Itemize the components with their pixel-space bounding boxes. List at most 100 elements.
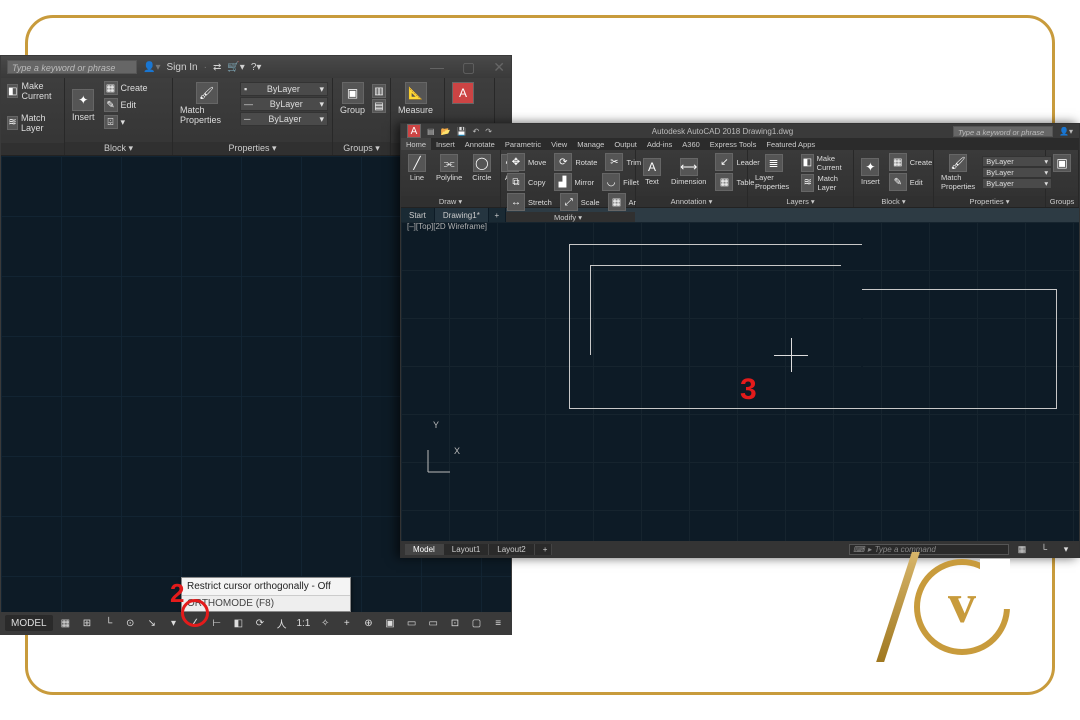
- units-button[interactable]: ⊕: [360, 615, 378, 631]
- ungroup-icon[interactable]: ▥: [372, 84, 386, 98]
- isolate-button[interactable]: ▭: [424, 615, 442, 631]
- workspace-button[interactable]: ✧: [316, 615, 334, 631]
- annotation-panel-label[interactable]: Annotation ▾: [636, 196, 747, 207]
- ortho-toggle[interactable]: └: [100, 615, 118, 631]
- match-properties-button[interactable]: 🖌Match Properties: [177, 80, 236, 127]
- edit-attr-button[interactable]: ⌹▾: [102, 114, 150, 130]
- tab-featured[interactable]: Featured Apps: [761, 138, 820, 150]
- viewport-label[interactable]: [–][Top][2D Wireframe]: [407, 222, 487, 231]
- make-current-button[interactable]: ◧Make Current: [5, 80, 60, 102]
- copy-button[interactable]: ⧉Copy: [505, 172, 548, 192]
- tab-parametric[interactable]: Parametric: [500, 138, 546, 150]
- layout-tab-2[interactable]: Layout2: [489, 544, 534, 555]
- qat-new-icon[interactable]: ▤: [427, 127, 435, 136]
- maximize-button[interactable]: ▢: [462, 59, 475, 76]
- tab-express[interactable]: Express Tools: [705, 138, 762, 150]
- layer-match[interactable]: ≋Match Layer: [799, 173, 849, 193]
- qat-open-icon[interactable]: 📂: [441, 127, 451, 136]
- layout-tab-1[interactable]: Layout1: [444, 544, 489, 555]
- circle-button[interactable]: ◯Circle: [469, 152, 494, 184]
- lineweight-toggle[interactable]: ⊢: [208, 615, 226, 631]
- snap-toggle[interactable]: ⊞: [78, 615, 96, 631]
- new-tab-button[interactable]: +: [489, 208, 506, 222]
- polyline-button[interactable]: ⫘Polyline: [433, 152, 465, 184]
- annotation-monitor[interactable]: +: [338, 615, 356, 631]
- qat-save-icon[interactable]: 💾: [457, 127, 467, 136]
- linetype-combo[interactable]: ─ByLayer▾: [240, 112, 328, 126]
- cart-icon[interactable]: 🛒▾: [227, 62, 244, 73]
- customize-status[interactable]: ≡: [489, 615, 507, 631]
- line-button[interactable]: ╱Line: [405, 152, 429, 184]
- fillet-button[interactable]: ◡Fillet: [600, 172, 641, 192]
- help-icon[interactable]: ?▾: [251, 62, 262, 73]
- sign-in-link[interactable]: Sign In: [166, 62, 197, 73]
- group-button[interactable]: ▣Group: [337, 80, 368, 117]
- qat-redo-icon[interactable]: ↷: [485, 127, 492, 136]
- block-panel-label[interactable]: Block ▾: [65, 142, 172, 155]
- layout-tab-model[interactable]: Model: [405, 544, 444, 555]
- rotate-button[interactable]: ⟳Rotate: [552, 152, 599, 172]
- paste-button[interactable]: A: [449, 80, 477, 106]
- layer-properties-button[interactable]: ≣Layer Properties: [752, 152, 795, 193]
- osnap-toggle[interactable]: ▾: [165, 615, 183, 631]
- properties-panel-label[interactable]: Properties ▾: [934, 196, 1045, 207]
- cycling-toggle[interactable]: ⟳: [251, 615, 269, 631]
- qat-undo-icon[interactable]: ↶: [473, 127, 480, 136]
- isodraft-toggle[interactable]: ↘: [143, 615, 161, 631]
- polar-toggle[interactable]: ⊙: [121, 615, 139, 631]
- file-tab-drawing1[interactable]: Drawing1*: [435, 208, 489, 222]
- app-menu-icon[interactable]: A: [407, 124, 421, 138]
- model-space-button[interactable]: MODEL: [5, 615, 53, 631]
- transparency-toggle[interactable]: ◧: [230, 615, 248, 631]
- grid-toggle[interactable]: ▦: [57, 615, 75, 631]
- group-edit-icon[interactable]: ▤: [372, 99, 386, 113]
- layout-add[interactable]: +: [535, 544, 552, 555]
- insert-button[interactable]: ✦Insert: [69, 87, 98, 124]
- scale-button[interactable]: ⤢Scale: [558, 192, 602, 212]
- hardware-accel[interactable]: ⊡: [446, 615, 464, 631]
- exchange-icon[interactable]: ⇄: [213, 62, 221, 73]
- edit-block-button[interactable]: ✎Edit: [102, 97, 150, 113]
- tab-annotate[interactable]: Annotate: [460, 138, 500, 150]
- properties-panel-label[interactable]: Properties ▾: [173, 142, 332, 155]
- create-block-button[interactable]: ▦Create: [887, 152, 935, 172]
- create-block-button[interactable]: ▦Create: [102, 80, 150, 96]
- clean-screen[interactable]: ▢: [468, 615, 486, 631]
- move-button[interactable]: ✥Move: [505, 152, 548, 172]
- tab-manage[interactable]: Manage: [572, 138, 609, 150]
- block-panel-label[interactable]: Block ▾: [854, 196, 933, 207]
- text-button[interactable]: AText: [640, 156, 664, 188]
- match-layer-button[interactable]: ≋Match Layer: [5, 112, 60, 134]
- lineweight-combo[interactable]: —ByLayer▾: [240, 97, 328, 111]
- help-search-input[interactable]: Type a keyword or phrase: [953, 126, 1053, 137]
- file-tab-start[interactable]: Start: [401, 208, 435, 222]
- color-combo[interactable]: ByLayer▾: [982, 156, 1052, 167]
- insert-block-button[interactable]: ✦Insert: [858, 156, 883, 188]
- layer-make-current[interactable]: ◧Make Current: [799, 153, 849, 173]
- tab-addins[interactable]: Add-ins: [642, 138, 677, 150]
- stretch-button[interactable]: ↔Stretch: [505, 192, 554, 212]
- linetype-combo[interactable]: ByLayer▾: [982, 178, 1052, 189]
- lineweight-combo[interactable]: ByLayer▾: [982, 167, 1052, 178]
- dimension-button[interactable]: ⟷Dimension: [668, 156, 709, 188]
- sign-in-link[interactable]: 👤▾: [1059, 127, 1073, 136]
- help-search-input[interactable]: Type a keyword or phrase: [7, 60, 137, 74]
- edit-block-button[interactable]: ✎Edit: [887, 172, 935, 192]
- tab-home[interactable]: Home: [401, 138, 431, 150]
- scale-readout[interactable]: 1:1: [294, 615, 312, 631]
- lock-ui[interactable]: ▭: [403, 615, 421, 631]
- minimize-button[interactable]: —: [430, 59, 444, 76]
- tab-a360[interactable]: A360: [677, 138, 705, 150]
- annotation-scale[interactable]: 人: [273, 615, 291, 631]
- measure-button[interactable]: 📐Measure: [395, 80, 436, 117]
- color-combo[interactable]: ▪ByLayer▾: [240, 82, 328, 96]
- mirror-button[interactable]: ▟Mirror: [552, 172, 597, 192]
- tab-view[interactable]: View: [546, 138, 572, 150]
- group-button[interactable]: ▣: [1050, 152, 1074, 174]
- close-button[interactable]: ✕: [493, 59, 505, 76]
- groups-panel-label[interactable]: Groups ▾: [333, 142, 390, 155]
- quick-props[interactable]: ▣: [381, 615, 399, 631]
- groups-panel-label[interactable]: Groups: [1046, 196, 1078, 207]
- draw-panel-label[interactable]: Draw ▾: [401, 196, 500, 207]
- tab-insert[interactable]: Insert: [431, 138, 460, 150]
